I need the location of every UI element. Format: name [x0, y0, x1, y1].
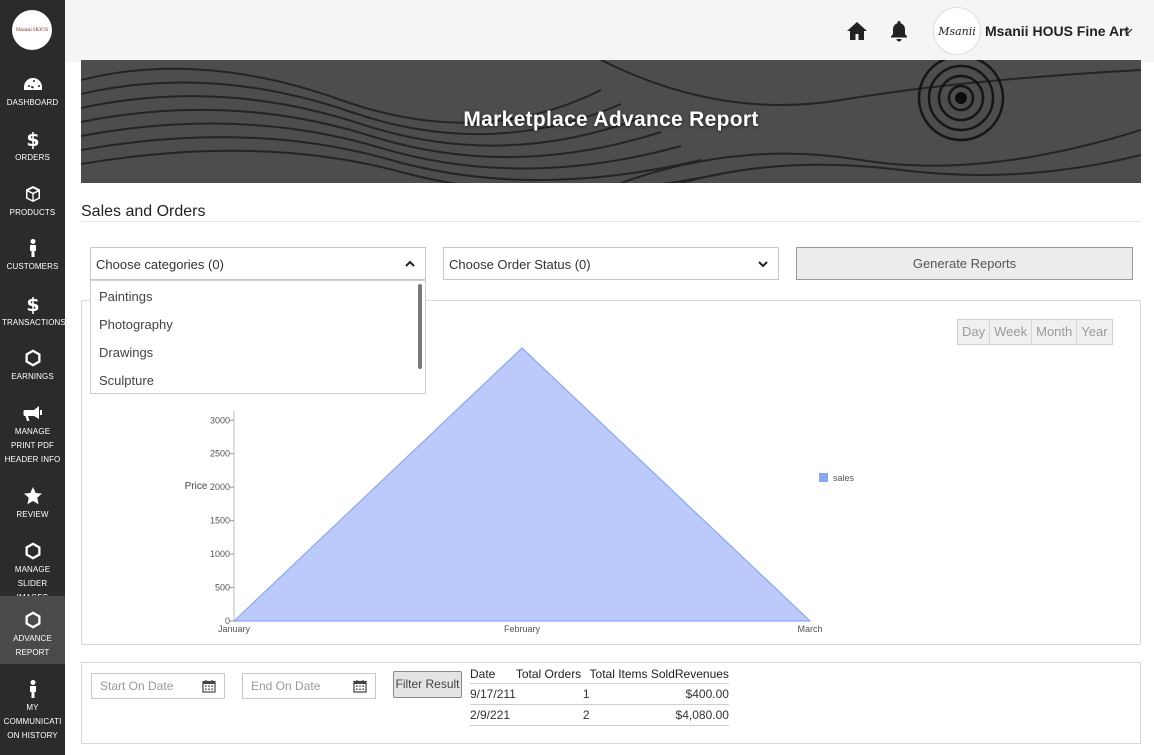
sidebar-item-label: ORDERS	[15, 153, 50, 162]
end-date-placeholder: End On Date	[251, 679, 321, 693]
person-icon	[0, 238, 65, 258]
sidebar-item-label: MY COMMUNICATI ON HISTORY	[3, 703, 62, 740]
column-header-revenues: Revenues	[674, 666, 729, 681]
dropdown-scrollbar[interactable]	[418, 284, 422, 369]
filter-result-button[interactable]: Filter Result	[393, 671, 462, 698]
sidebar-item-transactions[interactable]: $ TRANSACTIONS	[0, 294, 66, 330]
hexagon-icon	[0, 348, 65, 368]
y-tick-label: 2500	[210, 449, 230, 459]
sidebar-item-advance-report[interactable]: ADVANCE REPORT	[0, 596, 65, 664]
section-divider	[81, 221, 1141, 222]
chevron-down-icon[interactable]	[1123, 26, 1133, 36]
end-date-input[interactable]: End On Date	[242, 673, 376, 699]
sidebar-item-label: TRANSACTIONS	[2, 318, 66, 327]
hexagon-icon	[0, 610, 65, 630]
cell-date: 2/9/221	[470, 703, 516, 726]
legend-swatch-sales	[819, 473, 828, 482]
sidebar-item-label: PRODUCTS	[9, 208, 56, 217]
calendar-icon[interactable]	[353, 679, 367, 693]
category-option-photography[interactable]: Photography	[99, 317, 173, 332]
gauge-icon	[0, 74, 65, 94]
box-icon	[0, 184, 65, 204]
category-option-sculpture[interactable]: Sculpture	[99, 373, 154, 388]
order-status-dropdown-label: Choose Order Status (0)	[449, 257, 591, 272]
chevron-up-icon	[405, 260, 415, 267]
sidebar-item-label: CUSTOMERS	[6, 262, 59, 271]
page-banner: Marketplace Advance Report	[81, 60, 1141, 183]
calendar-icon[interactable]	[202, 679, 216, 693]
svg-text:$: $	[26, 129, 39, 149]
column-header-total-items-sold: Total Items Sold	[589, 666, 675, 681]
top-bar: Msanii Msanii HOUS Fine Art	[65, 0, 1154, 62]
cell-total-items-sold	[589, 703, 675, 726]
x-tick-label: February	[504, 624, 541, 634]
dollar-icon: $	[0, 129, 65, 151]
table-row: 9/17/211 1 $400.00	[470, 682, 729, 704]
categories-dropdown[interactable]: Choose categories (0)	[90, 247, 426, 280]
sidebar-item-label: ADVANCE REPORT	[13, 634, 52, 657]
star-icon	[0, 486, 65, 506]
column-header-total-orders: Total Orders	[515, 666, 582, 681]
sidebar-item-my-communication-history[interactable]: MY COMMUNICATI ON HISTORY	[0, 679, 65, 743]
brand-logo[interactable]: Msanii HOUS	[12, 10, 52, 50]
table-row: 2/9/221 2 $4,080.00	[470, 703, 729, 726]
results-card: Start On Date End On Date Filter Result …	[81, 662, 1141, 744]
cell-revenues: $400.00	[674, 682, 729, 704]
user-name[interactable]: Msanii HOUS Fine Art	[985, 23, 1129, 39]
bell-icon[interactable]	[889, 20, 909, 42]
y-tick-label: 2000	[210, 482, 230, 492]
x-tick-label: January	[218, 624, 251, 634]
cell-total-orders: 2	[515, 703, 590, 726]
column-header-date: Date	[470, 666, 496, 681]
start-date-input[interactable]: Start On Date	[91, 673, 225, 699]
y-tick-label: 3000	[210, 415, 230, 425]
page-title: Marketplace Advance Report	[463, 108, 759, 131]
cell-total-orders: 1	[515, 682, 590, 704]
sidebar-item-customers[interactable]: CUSTOMERS	[0, 238, 65, 274]
hexagon-icon	[0, 541, 65, 561]
section-title: Sales and Orders	[81, 203, 206, 220]
category-option-drawings[interactable]: Drawings	[99, 345, 153, 360]
svg-text:$: $	[26, 294, 39, 314]
category-option-paintings[interactable]: Paintings	[99, 289, 152, 304]
start-date-placeholder: Start On Date	[100, 679, 174, 693]
sidebar-item-orders[interactable]: $ ORDERS	[0, 129, 65, 165]
legend-label-sales: sales	[833, 473, 855, 483]
order-status-dropdown[interactable]: Choose Order Status (0)	[443, 247, 779, 280]
person-icon	[0, 679, 65, 699]
x-tick-label: March	[797, 624, 822, 634]
cell-revenues: $4,080.00	[674, 703, 729, 726]
generate-reports-button[interactable]: Generate Reports	[796, 247, 1133, 280]
cell-total-items-sold	[589, 682, 675, 704]
categories-dropdown-label: Choose categories (0)	[96, 257, 224, 272]
chevron-down-icon	[758, 261, 768, 268]
sidebar-item-earnings[interactable]: EARNINGS	[0, 348, 65, 384]
brand-logo-text: Msanii HOUS	[15, 27, 49, 33]
y-tick-label: 1500	[210, 516, 230, 526]
dollar-icon: $	[0, 294, 65, 316]
sidebar-item-label: REVIEW	[16, 510, 49, 519]
sidebar-item-dashboard[interactable]: DASHBOARD	[0, 74, 65, 110]
megaphone-icon	[0, 403, 65, 423]
sidebar: Msanii HOUS DASHBOARD $ ORDERS PRODUCTS …	[0, 0, 66, 755]
sidebar-item-products[interactable]: PRODUCTS	[0, 184, 65, 220]
results-table: Date Total Orders Total Items Sold Reven…	[470, 665, 729, 726]
avatar-text: Msanii	[938, 24, 976, 38]
sidebar-item-review[interactable]: REVIEW	[0, 486, 65, 522]
sidebar-item-label: EARNINGS	[11, 372, 54, 381]
sidebar-item-manage-print-pdf-header-info[interactable]: MANAGE PRINT PDF HEADER INFO	[0, 403, 65, 467]
sidebar-item-label: MANAGE PRINT PDF HEADER INFO	[4, 427, 61, 464]
categories-dropdown-menu: Paintings Photography Drawings Sculpture	[90, 280, 426, 394]
y-tick-label: 1000	[210, 549, 230, 559]
sidebar-item-label: DASHBOARD	[6, 98, 59, 107]
cell-date: 9/17/211	[470, 682, 516, 704]
y-tick-label: 500	[215, 583, 230, 593]
y-axis-label: Price	[185, 481, 208, 492]
home-icon[interactable]	[846, 20, 868, 42]
avatar[interactable]: Msanii	[933, 7, 981, 55]
table-header-row: Date Total Orders Total Items Sold Reven…	[470, 665, 729, 683]
